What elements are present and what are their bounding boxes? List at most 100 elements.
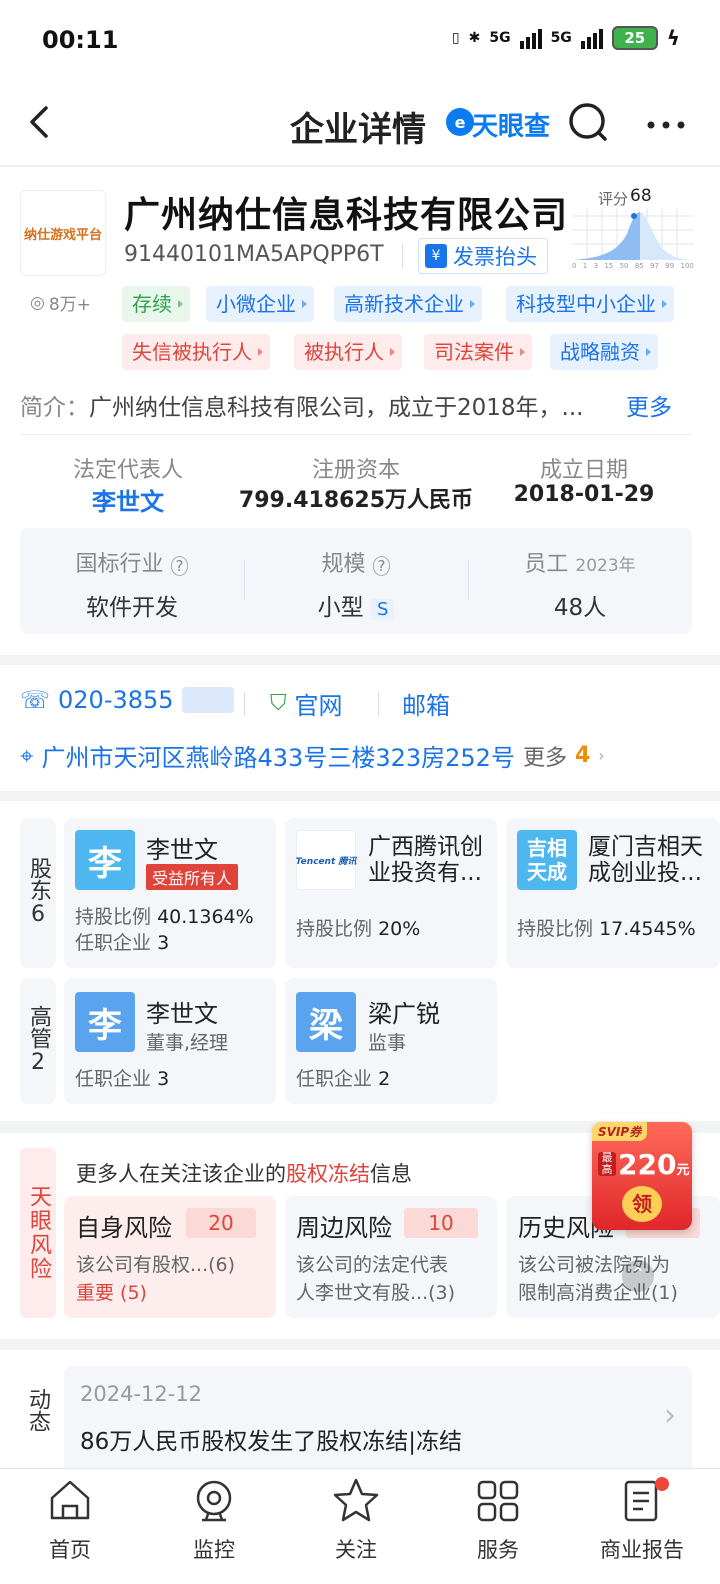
chevron-right-icon: ›	[664, 1398, 676, 1433]
tag-tech-sme[interactable]: 科技型中小企业	[506, 286, 674, 322]
executive-name[interactable]: 梁广锐	[368, 994, 440, 1029]
risk-desc: 该公司的法定代表	[296, 1254, 449, 1276]
intro-text: 广州纳仕信息科技有限公司，成立于2018年，...	[89, 395, 584, 421]
tag-executee[interactable]: 被执行人	[294, 334, 402, 370]
svip-claim-button[interactable]: 领	[622, 1186, 662, 1222]
shareholders-side-label[interactable]: 股东 6	[20, 818, 56, 968]
brand-logo-icon: e	[446, 108, 474, 136]
eye-icon: ◎	[30, 292, 45, 313]
home-icon	[50, 1480, 90, 1520]
chevron-right-icon: ›	[598, 746, 605, 765]
vibrate-icon: ▯	[451, 30, 460, 46]
brand-name: 天眼查	[472, 112, 551, 142]
intro-label: 简介：	[20, 395, 89, 421]
tab-home[interactable]: 首页	[10, 1476, 130, 1562]
bluetooth-icon: ✱	[468, 30, 481, 46]
scale-label: 规模 ?	[244, 546, 468, 578]
email-link[interactable]: 邮箱	[402, 686, 450, 721]
shareholder-name[interactable]: 厦门吉相天成创业投...	[588, 834, 718, 888]
signal-icon	[580, 27, 603, 49]
tag-judicial-cases[interactable]: 司法案件	[424, 334, 532, 370]
news-date: 2024-12-12	[80, 1382, 203, 1406]
tab-services[interactable]: 服务	[438, 1476, 558, 1562]
info-icon[interactable]: ?	[170, 556, 189, 576]
risk-count: 10	[404, 1208, 478, 1238]
view-count-text: 8万+	[48, 295, 91, 315]
industry-value[interactable]: 软件开发	[20, 588, 244, 622]
phone-icon: ☏	[20, 686, 51, 714]
invoice-button[interactable]: ¥ 发票抬头	[418, 238, 548, 274]
score-distribution-chart	[572, 208, 694, 260]
staff-year: 2023年	[575, 556, 636, 576]
address-more-count: 4	[574, 743, 591, 768]
risk-desc: 限制高消费企业(1)	[518, 1282, 678, 1304]
address-more-label: 更多	[522, 745, 567, 771]
info-icon[interactable]: ?	[372, 556, 391, 576]
address-row[interactable]: ⌖ 广州市天河区燕岭路433号三楼323房252号 更多 4 ›	[20, 738, 605, 773]
executive-role: 董事,经理	[146, 1032, 229, 1054]
star-icon	[333, 1478, 379, 1522]
website-label: 官网	[294, 692, 343, 720]
phone-link[interactable]: ☏ 020-3855	[20, 686, 234, 714]
score-value: 68	[630, 186, 652, 206]
status-icons: ▯ ✱ 5G 5G 25 ϟ	[452, 26, 680, 50]
intro-more-link[interactable]: 更多	[626, 388, 672, 422]
scale-badge: S	[370, 599, 395, 620]
svip-top-label: 最高	[598, 1152, 616, 1176]
score-widget[interactable]: 评分 68 0 1 3 15 50 85 97 99 100	[572, 186, 694, 276]
divider	[20, 434, 692, 435]
company-logo-text: 纳仕游戏平台	[23, 227, 102, 243]
page-title: 企业详情	[290, 110, 426, 150]
signal-2-label: 5G	[550, 30, 572, 46]
status-time: 00:11	[42, 26, 119, 54]
tag-micro-enterprise[interactable]: 小微企业	[206, 286, 314, 322]
beneficiary-badge: 受益所有人	[146, 864, 239, 890]
staff-label: 员工 2023年	[524, 552, 636, 577]
invoice-label: 发票抬头	[453, 245, 537, 269]
legal-rep-link[interactable]: 李世文	[28, 482, 228, 517]
more-icon[interactable]	[646, 116, 686, 135]
risk-side-label[interactable]: 天眼风险	[20, 1148, 56, 1318]
date-label: 成立日期	[539, 458, 628, 483]
tag-dishonest-executee[interactable]: 失信被执行人	[122, 334, 270, 370]
tab-monitor[interactable]: 监控	[154, 1476, 274, 1562]
risk-count: 20	[186, 1208, 256, 1238]
executive-positions: 任职企业 2	[296, 1068, 391, 1090]
grid-icon	[477, 1480, 519, 1522]
tag-status[interactable]: 存续	[122, 286, 190, 322]
shield-icon: ⛉	[270, 691, 287, 716]
battery-icon: 25	[611, 26, 658, 50]
shareholder-name[interactable]: 李世文	[146, 830, 218, 865]
search-icon[interactable]	[568, 102, 608, 148]
risk-title: 周边风险	[296, 1214, 392, 1242]
charging-icon: ϟ	[666, 26, 680, 50]
scroll-top-icon[interactable]: ⌃	[622, 1260, 654, 1292]
scale-value: 小型 S	[244, 588, 468, 622]
shareholder-ratio: 持股比例 17.4545%	[517, 918, 696, 940]
capital-label: 注册资本	[311, 458, 400, 483]
tab-follow[interactable]: 关注	[296, 1476, 416, 1562]
executive-avatar: 李	[75, 992, 135, 1052]
score-ticks: 0 1 3 15 50 85 97 99 100	[572, 262, 694, 270]
divider	[244, 692, 245, 716]
executive-name[interactable]: 李世文	[146, 994, 218, 1029]
invoice-icon: ¥	[425, 244, 447, 268]
executives-side-label[interactable]: 高管 2	[20, 978, 56, 1104]
signal-1-label: 5G	[489, 30, 511, 46]
back-icon[interactable]	[26, 104, 56, 140]
svip-amount: 220元	[618, 1148, 690, 1181]
shareholder-name[interactable]: 广西腾讯创业投资有...	[368, 834, 496, 886]
intro[interactable]: 简介：广州纳仕信息科技有限公司，成立于2018年，...	[20, 388, 583, 422]
tag-strategic-financing[interactable]: 战略融资	[550, 334, 658, 370]
executive-role: 监事	[368, 1032, 407, 1054]
staff-value: 48人	[553, 595, 607, 621]
news-text: 86万人民币股权发生了股权冻结|冻结	[80, 1429, 463, 1455]
risk-header: 更多人在关注该企业的股权冻结信息	[76, 1162, 412, 1186]
website-link[interactable]: ⛉ 官网	[270, 686, 343, 721]
svip-coupon-badge[interactable]: SVIP券 最高 220元 领	[592, 1122, 692, 1230]
tab-business-report[interactable]: 商业报告	[582, 1476, 702, 1562]
company-logo: 纳仕游戏平台	[20, 190, 106, 276]
tag-high-tech[interactable]: 高新技术企业	[334, 286, 482, 322]
monitor-icon	[196, 1480, 232, 1522]
shareholder-positions: 任职企业 3	[75, 932, 170, 954]
